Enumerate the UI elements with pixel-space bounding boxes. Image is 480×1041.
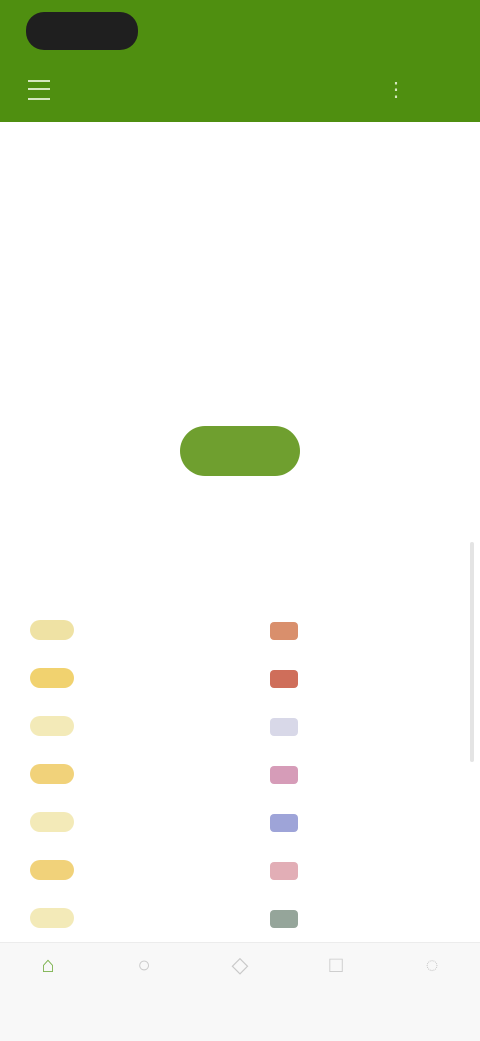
table-row[interactable] <box>20 800 460 848</box>
rank-badge <box>30 812 74 832</box>
bottom-nav-item-home[interactable]: ⌂ <box>0 951 96 1031</box>
flag-icon <box>270 670 298 688</box>
stat-card <box>250 338 450 354</box>
table-row[interactable] <box>20 848 460 896</box>
top-app-bar: ⋮ <box>0 0 480 122</box>
rank-badge <box>30 908 74 928</box>
flag-icon <box>270 814 298 832</box>
primary-action-button[interactable] <box>180 426 300 476</box>
stat-card <box>30 244 230 260</box>
rank-badge <box>30 764 74 784</box>
stat-card <box>30 338 230 354</box>
bottom-nav-item-5[interactable]: ◌ <box>384 951 480 1031</box>
table-row[interactable] <box>20 656 460 704</box>
bottom-nav-item-3[interactable]: ◇ <box>192 951 288 1031</box>
rank-badge <box>30 668 74 688</box>
bottom-navigation: ⌂ ○ ◇ □ ◌ <box>0 942 480 1041</box>
rank-badge <box>30 620 74 640</box>
flag-icon <box>270 910 298 928</box>
table-row[interactable] <box>20 752 460 800</box>
menu-icon[interactable] <box>28 80 50 100</box>
top-nav: ⋮ <box>0 62 480 112</box>
table-body <box>20 608 460 944</box>
stat-card <box>250 244 450 260</box>
nav-icon: ○ <box>137 952 151 977</box>
flag-icon <box>270 862 298 880</box>
nav-icon: ◌ <box>425 952 439 977</box>
table-row[interactable] <box>20 704 460 752</box>
nav-icon: □ <box>329 952 343 977</box>
nav-icon: ◇ <box>231 952 249 977</box>
flag-icon <box>270 622 298 640</box>
flag-icon <box>270 718 298 736</box>
rank-badge <box>30 860 74 880</box>
logo[interactable] <box>26 12 138 50</box>
table-row[interactable] <box>20 896 460 944</box>
table-row[interactable] <box>20 608 460 656</box>
main-content <box>0 122 480 942</box>
rank-badge <box>30 716 74 736</box>
scrollbar[interactable] <box>470 542 474 762</box>
bottom-nav-item-2[interactable]: ○ <box>96 951 192 1031</box>
stats-grid <box>20 238 460 406</box>
leaderboard-table <box>20 568 460 944</box>
more-icon[interactable]: ⋮ <box>386 78 406 102</box>
table-header <box>20 568 460 608</box>
bottom-nav-item-4[interactable]: □ <box>288 951 384 1031</box>
home-icon: ⌂ <box>41 952 55 977</box>
flag-icon <box>270 766 298 784</box>
